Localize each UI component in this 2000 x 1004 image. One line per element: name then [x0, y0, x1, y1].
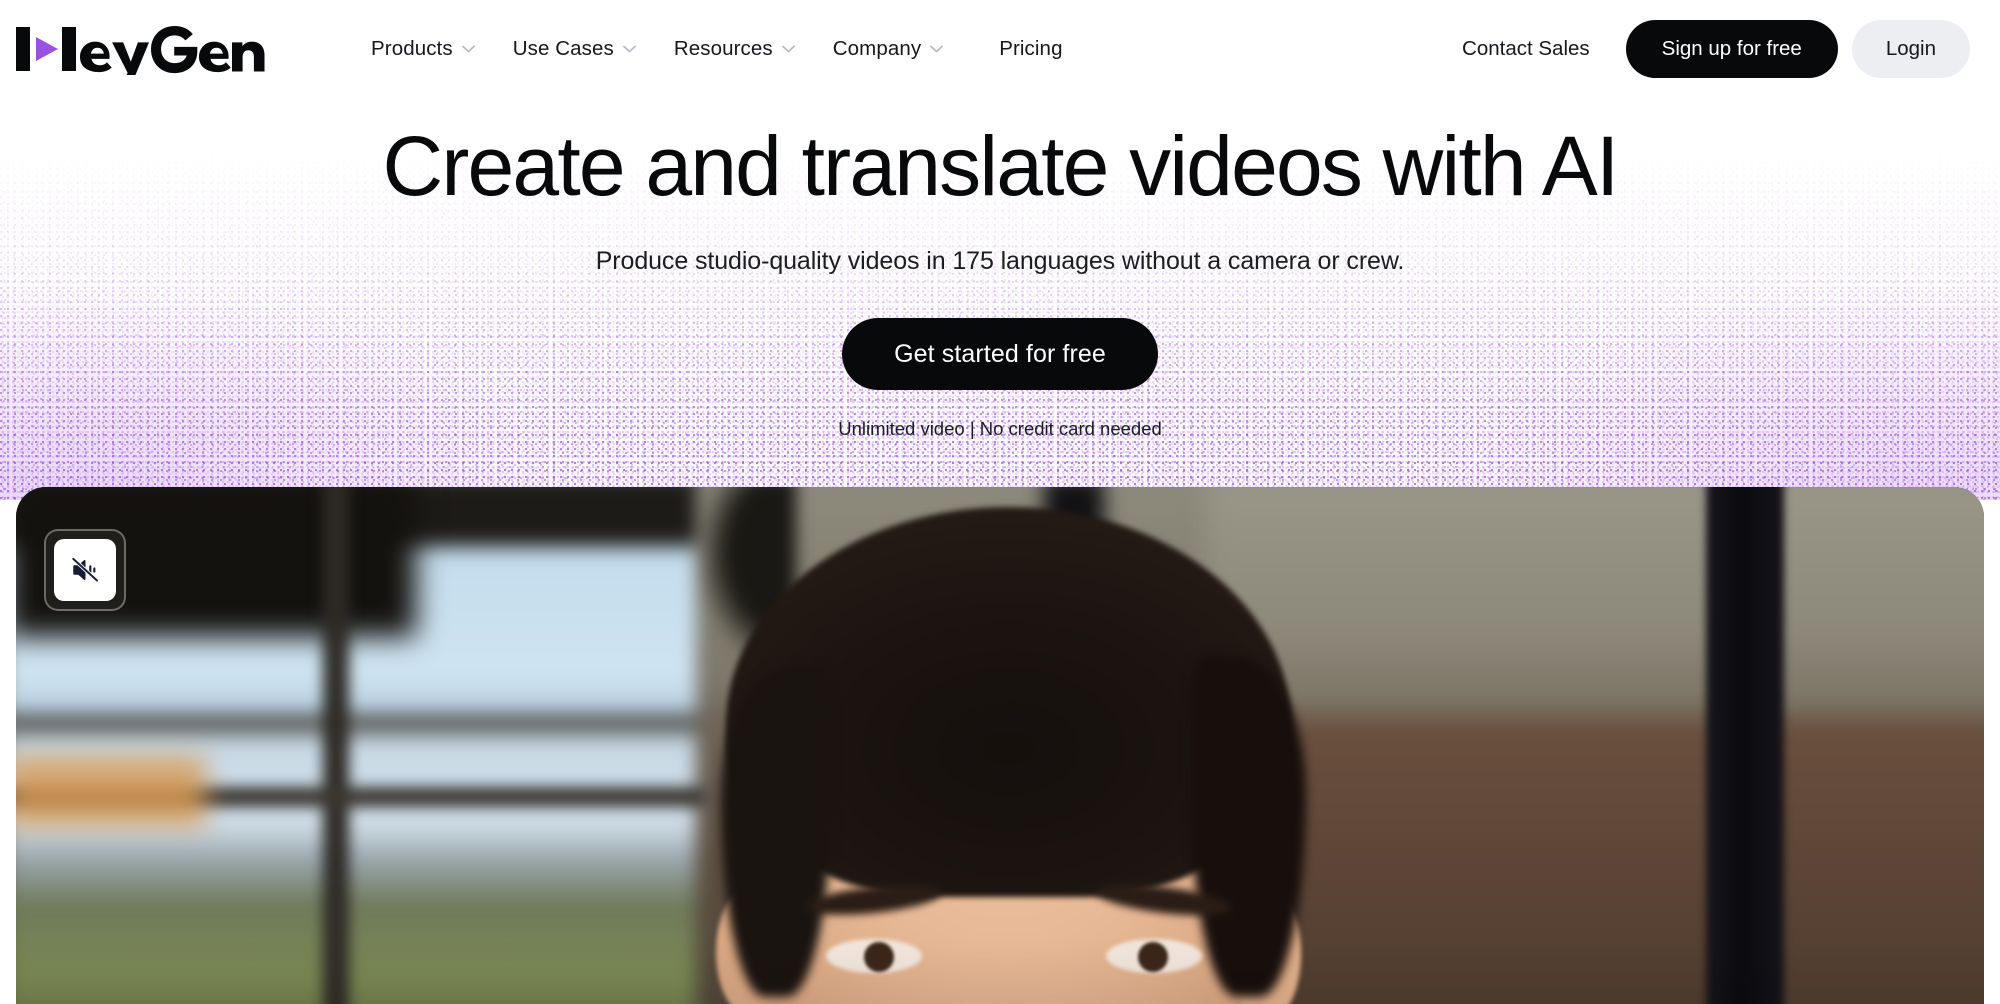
header-actions: Contact Sales Sign up for free Login	[1440, 20, 1970, 78]
nav-item-resources[interactable]: Resources	[655, 27, 814, 71]
landing-page: Products Use Cases Resources Company Pri…	[0, 0, 2000, 1004]
hero-fineprint: Unlimited video | No credit card needed	[838, 418, 1162, 440]
chevron-down-icon	[461, 45, 475, 53]
nav-item-company-label: Company	[832, 37, 922, 60]
sign-up-button[interactable]: Sign up for free	[1625, 20, 1838, 78]
hero-section: Create and translate videos with AI Prod…	[0, 98, 2000, 440]
chevron-down-icon	[622, 45, 636, 53]
nav-item-company[interactable]: Company	[814, 27, 962, 71]
nav-item-use-cases-label: Use Cases	[512, 37, 614, 60]
chevron-down-icon	[930, 45, 944, 53]
nav-item-resources-label: Resources	[673, 37, 773, 60]
play-triangle-icon	[36, 37, 58, 61]
hero-cta-wrapper: Get started for free	[0, 318, 2000, 391]
login-button[interactable]: Login	[1851, 20, 1970, 78]
heygen-play-logo-icon	[16, 26, 265, 75]
get-started-button[interactable]: Get started for free	[842, 318, 1158, 391]
nav-item-products[interactable]: Products	[352, 27, 494, 71]
mute-toggle-button[interactable]	[54, 539, 116, 601]
nav-item-products-label: Products	[371, 37, 453, 60]
nav-item-use-cases[interactable]: Use Cases	[494, 27, 655, 71]
site-header: Products Use Cases Resources Company Pri…	[0, 0, 2000, 98]
video-bottom-vignette	[16, 937, 1984, 1004]
video-frame	[16, 487, 1984, 1004]
heygen-logo[interactable]	[14, 24, 304, 75]
hero-subheading: Produce studio-quality videos in 175 lan…	[595, 247, 1405, 276]
nav-item-pricing-label: Pricing	[999, 37, 1063, 60]
nav-item-pricing[interactable]: Pricing	[980, 27, 1081, 71]
contact-sales-link[interactable]: Contact Sales	[1440, 27, 1612, 71]
speaker-muted-icon	[70, 555, 100, 585]
video-subject-person	[16, 487, 1984, 1004]
chevron-down-icon	[781, 45, 795, 53]
hero-video-player[interactable]	[16, 487, 1984, 1004]
primary-navigation: Products Use Cases Resources Company Pri…	[352, 27, 1082, 71]
page-title: Create and translate videos with AI	[382, 119, 1619, 213]
